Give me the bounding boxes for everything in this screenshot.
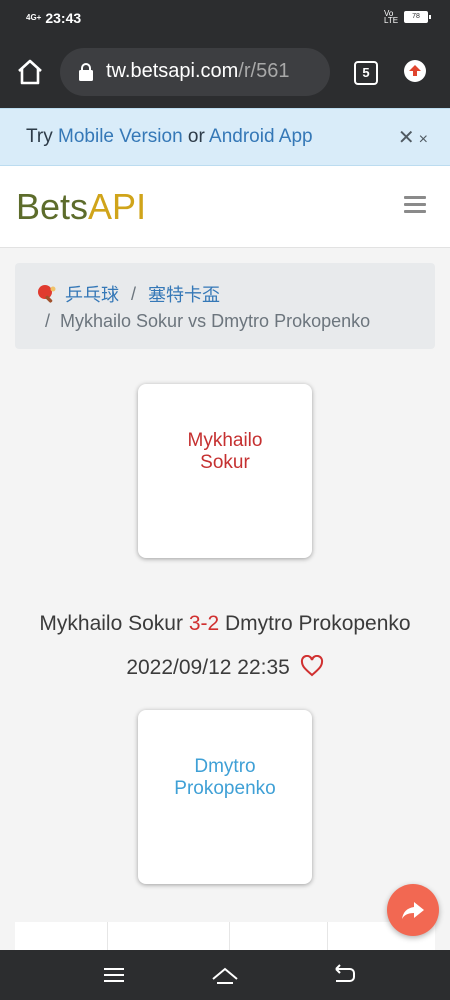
menu-icon[interactable] (100, 963, 128, 987)
android-app-link[interactable]: Android App (209, 126, 313, 147)
breadcrumb-current: Mykhailo Sokur vs Dmytro Prokopenko (60, 311, 371, 331)
mobile-version-link[interactable]: Mobile Version (58, 126, 183, 147)
status-left: 4G+ 23:43 (26, 10, 81, 26)
breadcrumb-separator: / (45, 311, 51, 331)
site-header: BetsAPI (0, 166, 450, 248)
table-cell (15, 922, 108, 950)
home-icon (18, 59, 42, 85)
url-path: /r/561 (238, 60, 290, 82)
tabs-button[interactable]: 5 (354, 61, 378, 85)
update-icon (409, 65, 421, 76)
menu-icon-bar (404, 196, 426, 199)
breadcrumb-current-row: / Mykhailo Sokur vs Dmytro Prokopenko (45, 311, 370, 332)
banner-close-group: ✕ × (398, 125, 428, 150)
volte-indicator: Vo LTE (384, 9, 399, 25)
url-domain: tw.betsapi.com (106, 60, 239, 82)
stats-table-partial (15, 922, 435, 950)
home-team-card[interactable]: Mykhailo Sokur (138, 384, 312, 558)
system-nav-bar (0, 950, 450, 1000)
breadcrumb-sport-link[interactable]: 乒乓球 (65, 281, 119, 307)
match-result: Mykhailo Sokur 3-2 Dmytro Prokopenko (0, 612, 450, 636)
breadcrumb-league-link[interactable]: 塞特卡盃 (148, 281, 220, 307)
close-small-icon[interactable]: × (419, 131, 428, 149)
share-button[interactable] (387, 884, 439, 936)
breadcrumb-row: 乒乓球 / 塞特卡盃 (37, 281, 220, 307)
table-cell (230, 922, 328, 950)
update-button[interactable] (404, 60, 426, 82)
site-logo[interactable]: BetsAPI (16, 186, 146, 228)
menu-icon-bar (404, 210, 426, 213)
url-text: tw.betsapi.com/r/561 (106, 60, 289, 83)
address-bar[interactable]: tw.betsapi.com/r/561 (60, 48, 330, 96)
home-team-name-line2: Sokur (200, 452, 250, 473)
away-team-name-line2: Prokopenko (174, 778, 276, 799)
away-team-label: Dmytro Prokopenko (225, 612, 411, 635)
status-right: Vo LTE 78 (384, 9, 431, 25)
lock-icon (79, 63, 93, 81)
match-score: 3-2 (188, 612, 220, 635)
away-team-name: Dmytro Prokopenko (155, 756, 295, 800)
ping-pong-icon (37, 284, 57, 304)
away-team-name-line1: Dmytro (194, 756, 256, 777)
breadcrumb: 乒乓球 / 塞特卡盃 / Mykhailo Sokur vs Dmytro Pro… (15, 263, 435, 349)
match-datetime-row: 2022/09/12 22:35 (0, 655, 450, 680)
banner-text: Try Mobile Version or Android App (26, 126, 313, 148)
heart-icon[interactable] (300, 655, 324, 677)
logo-api: API (88, 186, 147, 227)
share-icon (402, 902, 424, 919)
logo-bets: Bets (16, 186, 89, 227)
browser-toolbar: tw.betsapi.com/r/561 5 (0, 36, 450, 108)
breadcrumb-separator: / (131, 283, 137, 304)
status-time: 23:43 (45, 10, 82, 26)
banner-middle: or (182, 126, 210, 147)
battery-icon: 78 (404, 11, 431, 23)
match-datetime: 2022/09/12 22:35 (126, 656, 290, 679)
home-nav-icon[interactable] (211, 963, 239, 987)
network-indicator: 4G+ (26, 13, 42, 22)
menu-icon-bar (404, 203, 426, 206)
app-promo-banner: Try Mobile Version or Android App ✕ × (0, 108, 450, 166)
home-team-label: Mykhailo Sokur (39, 612, 183, 635)
away-team-card[interactable]: Dmytro Prokopenko (138, 710, 312, 884)
status-bar: 4G+ 23:43 Vo LTE 78 (0, 0, 450, 36)
banner-prefix: Try (26, 126, 59, 147)
table-cell (108, 922, 230, 950)
back-icon[interactable] (330, 963, 358, 987)
home-team-name: Mykhailo Sokur (155, 430, 295, 474)
close-icon[interactable]: ✕ (398, 125, 415, 150)
home-team-name-line1: Mykhailo (187, 430, 263, 451)
home-button[interactable] (14, 56, 46, 88)
menu-button[interactable] (404, 196, 426, 214)
